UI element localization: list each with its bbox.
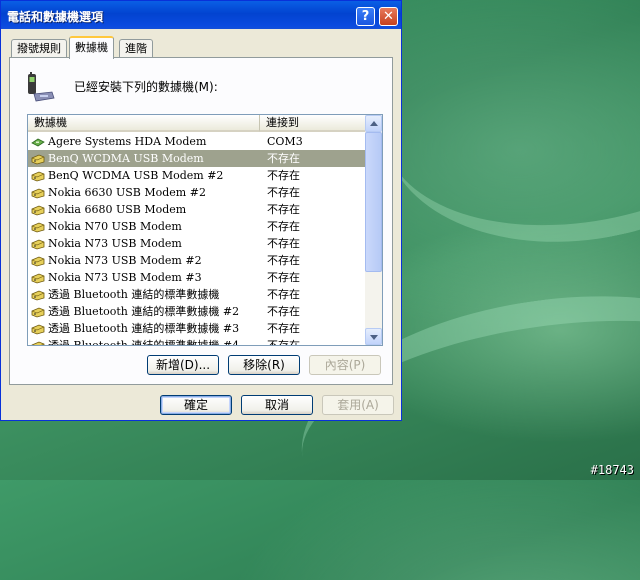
modem-row[interactable]: Agere Systems HDA Modem COM3 xyxy=(28,133,365,150)
chevron-up-icon xyxy=(370,121,378,126)
modem-icon xyxy=(31,272,45,284)
modem-port: 不存在 xyxy=(267,339,300,346)
phone-modem-icon xyxy=(28,72,55,102)
modem-icon xyxy=(31,323,45,335)
scroll-down-button[interactable] xyxy=(365,328,382,345)
modem-icon xyxy=(31,170,45,182)
modem-name: 透過 Bluetooth 連結的標準數據機 xyxy=(48,288,220,301)
modem-icon xyxy=(31,204,45,216)
modem-row[interactable]: BenQ WCDMA USB Modem #2 不存在 xyxy=(28,167,365,184)
scroll-up-button[interactable] xyxy=(365,115,382,132)
modem-icon xyxy=(31,187,45,199)
modem-row[interactable]: Nokia N73 USB Modem #2 不存在 xyxy=(28,252,365,269)
phone-modem-options-dialog: 電話和數據機選項 ? ✕ 撥號規則 數據機 進階 已經安裝下列的數據機(M): … xyxy=(0,0,402,421)
help-icon: ? xyxy=(361,9,370,24)
modem-row[interactable]: Nokia 6630 USB Modem #2 不存在 xyxy=(28,184,365,201)
close-button[interactable]: ✕ xyxy=(379,7,398,26)
scroll-thumb[interactable] xyxy=(365,132,382,272)
modem-port: 不存在 xyxy=(267,169,300,182)
chevron-down-icon xyxy=(370,335,378,340)
modem-row[interactable]: 透過 Bluetooth 連結的標準數據機 #3 不存在 xyxy=(28,320,365,337)
tab-advanced[interactable]: 進階 xyxy=(119,39,153,58)
modem-row[interactable]: Nokia N70 USB Modem 不存在 xyxy=(28,218,365,235)
modem-port: 不存在 xyxy=(267,254,300,267)
modem-port: 不存在 xyxy=(267,288,300,301)
modem-port: 不存在 xyxy=(267,305,300,318)
cancel-button[interactable]: 取消 xyxy=(241,395,313,415)
modem-row[interactable]: Nokia 6680 USB Modem 不存在 xyxy=(28,201,365,218)
modem-list[interactable]: 數據機 連接到 Agere Systems HDA Modem COM3 BenQ … xyxy=(27,114,383,346)
ok-button[interactable]: 確定 xyxy=(160,395,232,415)
apply-button[interactable]: 套用(A) xyxy=(322,395,394,415)
installed-modems-label: 已經安裝下列的數據機(M): xyxy=(74,80,218,94)
tab-dialing-rules[interactable]: 撥號規則 xyxy=(11,39,67,58)
add-modem-button[interactable]: 新增(D)... xyxy=(147,355,219,375)
modem-port: 不存在 xyxy=(267,152,300,165)
close-icon: ✕ xyxy=(383,9,394,24)
modem-icon xyxy=(31,340,45,345)
modem-name: Nokia 6680 USB Modem xyxy=(48,203,187,216)
modem-name: Nokia N73 USB Modem xyxy=(48,237,182,250)
modem-name: Nokia N73 USB Modem #3 xyxy=(48,271,202,284)
column-header-modem[interactable]: 數據機 xyxy=(28,115,260,132)
modem-properties-button[interactable]: 內容(P) xyxy=(309,355,381,375)
vertical-scrollbar[interactable] xyxy=(365,115,382,345)
title-bar[interactable]: 電話和數據機選項 ? ✕ xyxy=(1,1,401,29)
modem-icon xyxy=(31,238,45,250)
modem-name: 透過 Bluetooth 連結的標準數據機 #2 xyxy=(48,305,240,318)
modem-port: 不存在 xyxy=(267,203,300,216)
column-header-attached-to[interactable]: 連接到 xyxy=(260,115,365,132)
modem-icon xyxy=(31,306,45,318)
remove-modem-button[interactable]: 移除(R) xyxy=(228,355,300,375)
modem-name: Nokia N73 USB Modem #2 xyxy=(48,254,202,267)
modem-port: 不存在 xyxy=(267,271,300,284)
modem-name: Nokia N70 USB Modem xyxy=(48,220,182,233)
modem-row[interactable]: 透過 Bluetooth 連結的標準數據機 #2 不存在 xyxy=(28,303,365,320)
modem-icon xyxy=(31,153,45,165)
modem-name: BenQ WCDMA USB Modem #2 xyxy=(48,169,224,182)
modem-name: BenQ WCDMA USB Modem xyxy=(48,152,204,165)
modems-tab-panel: 已經安裝下列的數據機(M): 數據機 連接到 Agere Systems HDA… xyxy=(9,57,393,385)
modem-port: 不存在 xyxy=(267,186,300,199)
modem-row[interactable]: 透過 Bluetooth 連結的標準數據機 不存在 xyxy=(28,286,365,303)
modem-name: 透過 Bluetooth 連結的標準數據機 #3 xyxy=(48,322,240,335)
modem-row[interactable]: BenQ WCDMA USB Modem 不存在 xyxy=(28,150,365,167)
modem-row[interactable]: Nokia N73 USB Modem #3 不存在 xyxy=(28,269,365,286)
modem-port: 不存在 xyxy=(267,322,300,335)
modem-port: 不存在 xyxy=(267,237,300,250)
modem-name: Nokia 6630 USB Modem #2 xyxy=(48,186,206,199)
modem-card-icon xyxy=(31,136,45,147)
modem-row[interactable]: 透過 Bluetooth 連結的標準數據機 #4 不存在 xyxy=(28,337,365,346)
modem-icon xyxy=(31,289,45,301)
modem-icon xyxy=(31,255,45,267)
watermark: #18743 xyxy=(590,463,634,477)
modem-port: COM3 xyxy=(267,135,303,148)
modem-row[interactable]: Nokia N73 USB Modem 不存在 xyxy=(28,235,365,252)
help-button[interactable]: ? xyxy=(356,7,375,26)
modem-name: 透過 Bluetooth 連結的標準數據機 #4 xyxy=(48,339,240,346)
modem-name: Agere Systems HDA Modem xyxy=(48,135,207,148)
modem-icon xyxy=(31,221,45,233)
modem-port: 不存在 xyxy=(267,220,300,233)
window-title: 電話和數據機選項 xyxy=(7,10,104,24)
tab-modems[interactable]: 數據機 xyxy=(69,36,114,59)
modem-rows: Agere Systems HDA Modem COM3 BenQ WCDMA US… xyxy=(28,133,365,346)
